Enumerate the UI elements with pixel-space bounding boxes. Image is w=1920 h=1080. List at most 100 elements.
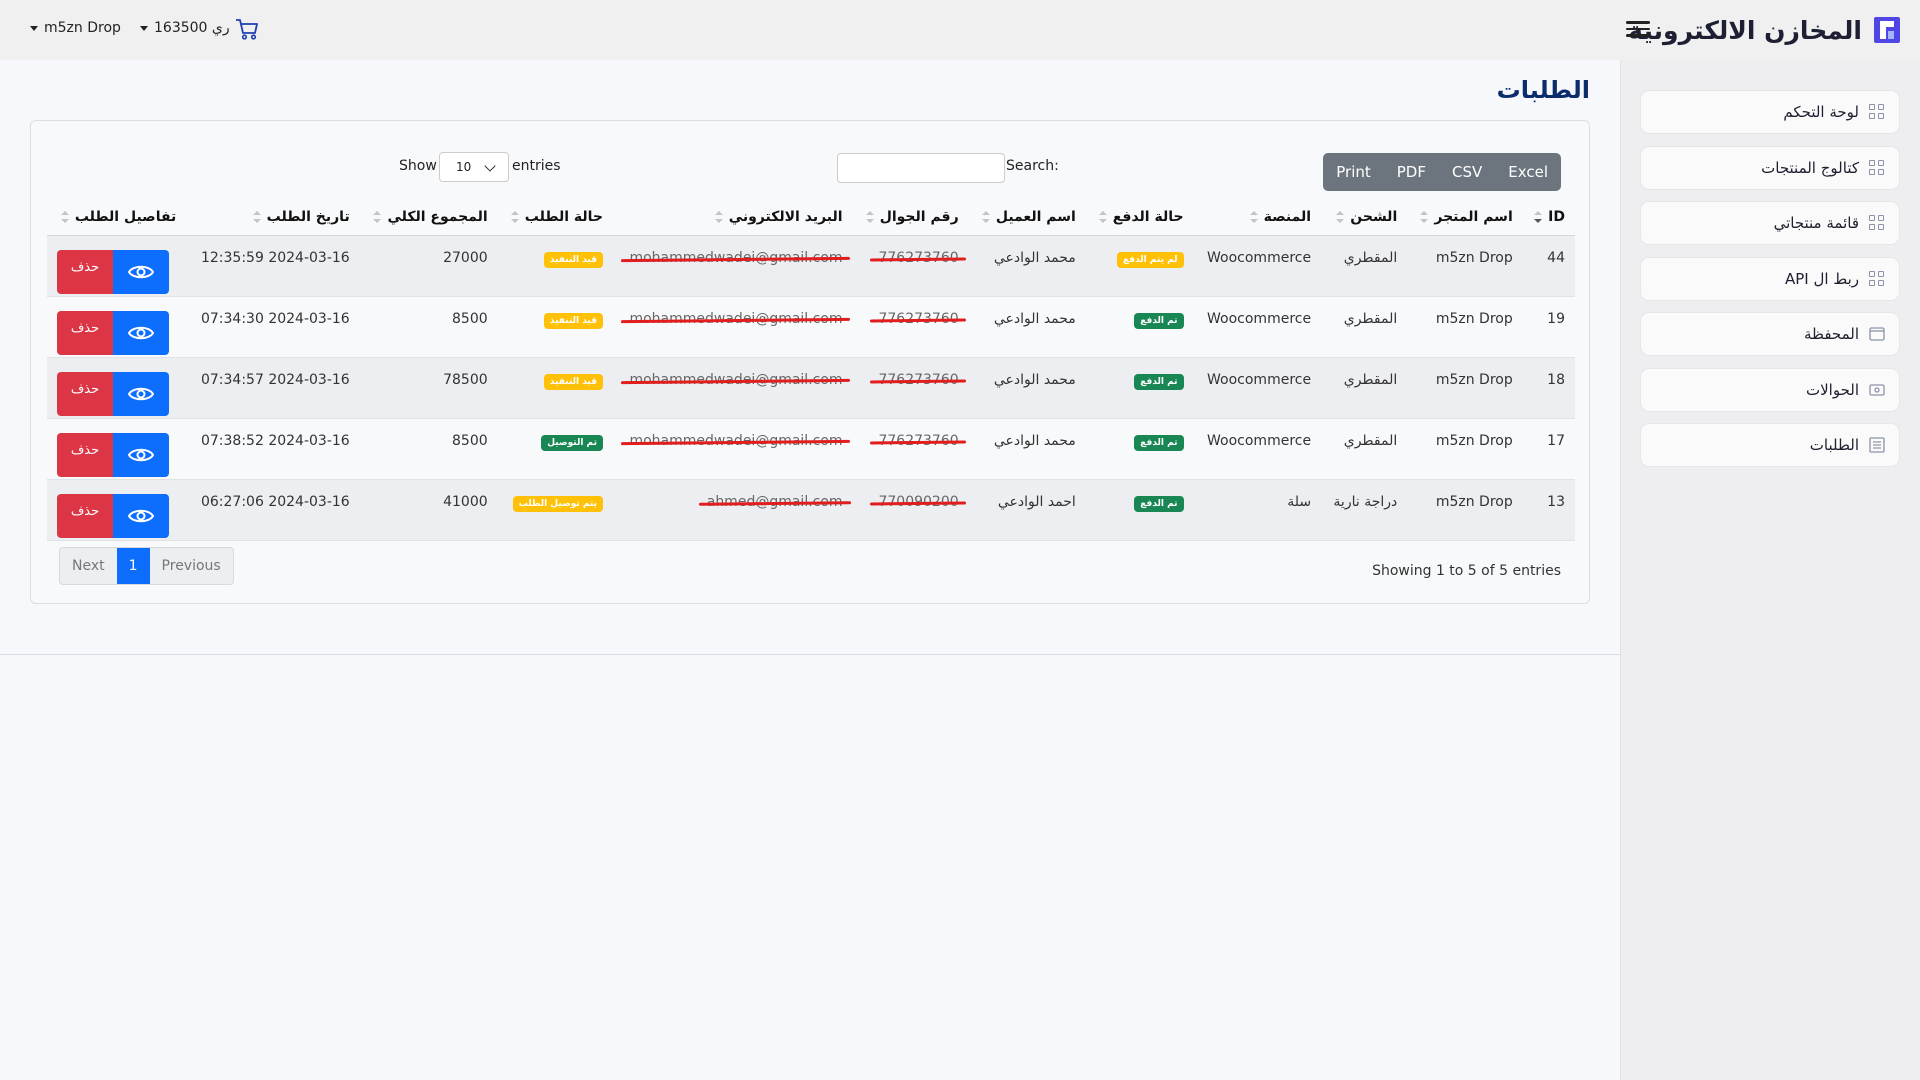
cell-payment: لم يتم الدفع <box>1085 235 1194 297</box>
sidebar-item-wallet[interactable]: المحفظة <box>1640 312 1900 356</box>
cart-icon[interactable] <box>234 16 260 42</box>
view-button[interactable] <box>113 493 169 538</box>
th-id[interactable]: ID <box>1522 199 1575 236</box>
cell-customer: محمد الوادعي <box>968 418 1086 480</box>
pagination-page-1[interactable]: 1 <box>116 548 150 584</box>
view-button[interactable] <box>113 432 169 477</box>
show-label: Show <box>399 158 437 174</box>
cell-phone: 776273760 <box>852 357 969 419</box>
cell-platform: Woocommerce <box>1193 296 1322 358</box>
th-status[interactable]: حالة الطلب <box>497 199 613 236</box>
sidebar-item-label: الحوالات <box>1805 381 1859 399</box>
search-label: Search: <box>1006 158 1059 174</box>
email-redacted: mohammedwadei@gmail.com <box>629 432 843 449</box>
delete-button[interactable]: حذف <box>57 432 113 477</box>
account-dropdown[interactable]: m5zn Drop <box>30 20 121 36</box>
table-info: Showing 1 to 5 of 5 entries <box>1372 563 1561 579</box>
sort-icon <box>1420 210 1429 223</box>
cell-status: قيد التنفيذ <box>497 296 613 358</box>
payment-badge: تم الدفع <box>1134 373 1184 390</box>
pdf-button[interactable]: PDF <box>1384 153 1439 191</box>
cell-store: m5zn Drop <box>1407 357 1523 419</box>
view-button[interactable] <box>113 249 169 294</box>
export-button-group: Print PDF CSV Excel <box>1323 153 1561 191</box>
orders-card: Print PDF CSV Excel Search: Show 10 entr… <box>30 120 1590 604</box>
sidebar-item-label: كتالوج المنتجات <box>1761 159 1859 177</box>
sort-icon <box>510 210 519 223</box>
cell-date: 2024-03-16 06:27:06 <box>186 479 360 541</box>
th-customer[interactable]: اسم العميل <box>968 199 1086 236</box>
th-phone[interactable]: رقم الجوال <box>852 199 969 236</box>
email-redacted: mohammedwadei@gmail.com <box>629 310 843 327</box>
cell-total: 8500 <box>359 296 498 358</box>
pagination: Next 1 Previous <box>59 547 234 585</box>
excel-button[interactable]: Excel <box>1495 153 1561 191</box>
search-input[interactable] <box>837 153 1005 183</box>
page-size-value: 10 <box>456 160 472 174</box>
cell-total: 27000 <box>359 235 498 297</box>
delete-button[interactable]: حذف <box>57 371 113 416</box>
sidebar-item-api[interactable]: ربط ال API <box>1640 257 1900 301</box>
sidebar-item-dashboard[interactable]: لوحة التحكم <box>1640 90 1900 134</box>
view-button[interactable] <box>113 371 169 416</box>
sidebar-item-transfers[interactable]: الحوالات <box>1640 368 1900 412</box>
cell-actions: حذف <box>47 296 187 358</box>
view-button[interactable] <box>113 310 169 355</box>
balance-dropdown[interactable]: 163500 ري <box>140 20 230 36</box>
cell-email: mohammedwadei@gmail.com <box>612 418 853 480</box>
grid-icon <box>1869 215 1885 231</box>
cell-store: m5zn Drop <box>1407 418 1523 480</box>
delete-button[interactable]: حذف <box>57 493 113 538</box>
cell-id: 18 <box>1522 357 1575 419</box>
th-shipping[interactable]: الشحن <box>1321 199 1408 236</box>
cell-phone: 770090200 <box>852 479 969 541</box>
delete-button[interactable]: حذف <box>57 310 113 355</box>
cell-phone: 776273760 <box>852 418 969 480</box>
entries-label: entries <box>512 158 561 174</box>
cell-customer: محمد الوادعي <box>968 296 1086 358</box>
orders-table: ID اسم المتجر الشحن المنصة حالة الدفع اس… <box>47 199 1575 541</box>
sidebar-item-orders[interactable]: الطلبات <box>1640 423 1900 467</box>
cell-actions: حذف <box>47 418 187 480</box>
csv-button[interactable]: CSV <box>1439 153 1495 191</box>
email-redacted: ahmed@gmail.com <box>706 493 843 510</box>
grid-icon <box>1869 271 1885 287</box>
th-date[interactable]: تاريخ الطلب <box>186 199 360 236</box>
th-email[interactable]: البريد الالكتروني <box>612 199 853 236</box>
pagination-next[interactable]: Next <box>60 548 117 584</box>
th-payment[interactable]: حالة الدفع <box>1085 199 1194 236</box>
cell-email: mohammedwadei@gmail.com <box>612 235 853 297</box>
th-platform[interactable]: المنصة <box>1193 199 1322 236</box>
brand[interactable]: المخازن الالكترونية <box>1628 0 1902 60</box>
cell-actions: حذف <box>47 235 187 297</box>
th-details[interactable]: تفاصيل الطلب <box>47 199 187 236</box>
cell-actions: حذف <box>47 479 187 541</box>
payment-badge: تم الدفع <box>1134 312 1184 329</box>
sidebar-item-my-products[interactable]: قائمة منتجاتي <box>1640 201 1900 245</box>
cell-id: 13 <box>1522 479 1575 541</box>
menu-toggle-icon[interactable] <box>1626 17 1650 41</box>
payment-badge: تم الدفع <box>1134 495 1184 512</box>
th-total[interactable]: المجموع الكلي <box>359 199 498 236</box>
delete-button[interactable]: حذف <box>57 249 113 294</box>
cell-phone: 776273760 <box>852 296 969 358</box>
money-icon <box>1869 384 1885 396</box>
cell-payment: تم الدفع <box>1085 357 1194 419</box>
payment-badge: لم يتم الدفع <box>1117 251 1184 268</box>
sort-icon <box>60 210 69 223</box>
page-size-select[interactable]: 10 <box>439 152 509 182</box>
sort-icon <box>1534 210 1543 223</box>
cell-shipping: دراجة نارية <box>1321 479 1408 541</box>
cell-customer: احمد الوادعي <box>968 479 1086 541</box>
cell-status: قيد التنفيذ <box>497 357 613 419</box>
cell-date: 2024-03-16 12:35:59 <box>186 235 360 297</box>
cell-actions: حذف <box>47 357 187 419</box>
table-row: 13 m5zn Drop دراجة نارية سلة تم الدفع اح… <box>47 479 1575 541</box>
sidebar-item-catalog[interactable]: كتالوج المنتجات <box>1640 146 1900 190</box>
print-button[interactable]: Print <box>1323 153 1384 191</box>
phone-redacted: 776273760 <box>878 249 959 266</box>
status-badge: قيد التنفيذ <box>543 312 603 329</box>
pagination-previous[interactable]: Previous <box>150 548 233 584</box>
th-store[interactable]: اسم المتجر <box>1407 199 1523 236</box>
eye-icon <box>128 326 154 339</box>
